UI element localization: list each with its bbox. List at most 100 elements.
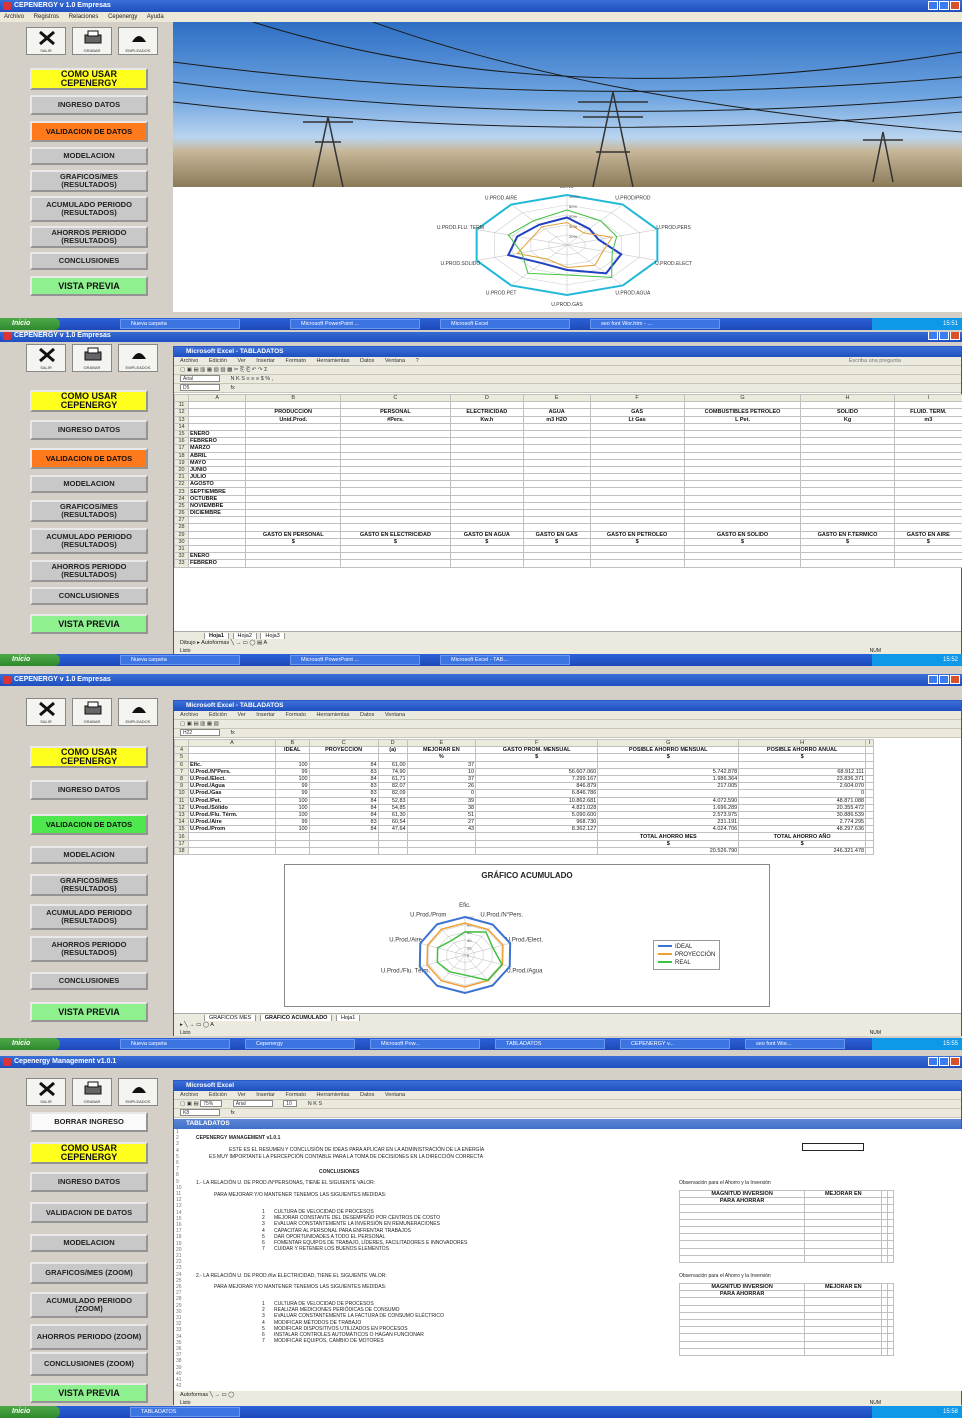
como-usar-button[interactable]: COMO USAR CEPENERGY (30, 390, 148, 412)
empleados-button[interactable]: EMPLEADOS (118, 698, 158, 726)
value-cell[interactable]: 30.886.539 (738, 810, 867, 820)
row-number[interactable]: 23 (174, 487, 189, 496)
cell[interactable] (274, 839, 310, 848)
value-cell[interactable]: 23.836.371 (738, 774, 867, 784)
savings-table[interactable]: A B C D E F G H I 4 IDEAL PROYECCION (a) MEJORAR EN GA… (174, 738, 874, 856)
unit-cell[interactable] (308, 753, 379, 762)
menu-relaciones[interactable]: Relaciones (69, 14, 99, 20)
data-cell[interactable] (800, 458, 895, 467)
data-cell[interactable] (800, 437, 895, 446)
data-cell[interactable] (804, 1326, 883, 1335)
data-cell[interactable] (339, 487, 451, 496)
data-cell[interactable] (683, 458, 802, 467)
data-cell[interactable] (678, 1311, 806, 1320)
data-cell[interactable] (804, 1297, 883, 1306)
data-cell[interactable] (800, 444, 895, 453)
value-cell[interactable]: 61,30 (377, 810, 408, 820)
cell[interactable] (865, 846, 874, 856)
ahorros-periodo-button[interactable]: AHORROS PERIODO (RESULTADOS) (30, 560, 148, 582)
value-cell[interactable]: 52,83 (377, 796, 408, 805)
data-cell[interactable] (893, 480, 962, 489)
metric-label[interactable]: U.Prod./Flu. Térm. (188, 810, 276, 820)
data-cell[interactable] (449, 508, 524, 518)
empleados-button[interactable]: EMPLEADOS (118, 1078, 158, 1106)
cell[interactable] (865, 818, 874, 827)
data-cell[interactable] (804, 1225, 883, 1235)
data-cell[interactable] (893, 444, 962, 453)
cell[interactable] (589, 544, 685, 554)
cell[interactable] (187, 537, 247, 546)
cell[interactable] (887, 1197, 894, 1206)
row-number[interactable]: 10 (174, 789, 189, 798)
row-number[interactable]: 4 (174, 746, 189, 755)
value-cell[interactable]: 0 (406, 789, 477, 798)
task-word[interactable]: seo font Wor... (745, 1039, 845, 1049)
xl-menu-edicion[interactable]: Edición (209, 712, 227, 718)
value-cell[interactable]: 37 (406, 774, 477, 784)
vista-previa-button[interactable]: VISTA PREVIA (30, 1383, 148, 1403)
xl-menu-ver[interactable]: Ver (237, 358, 245, 364)
column-header[interactable]: C (339, 393, 451, 403)
borrar-ingreso-button[interactable]: BORRAR INGRESO (30, 1112, 148, 1132)
data-cell[interactable] (339, 473, 451, 482)
row-number[interactable]: 26 (174, 508, 189, 518)
row-number[interactable]: 14 (174, 422, 189, 431)
data-cell[interactable] (800, 501, 895, 511)
value-cell[interactable]: 83 (308, 818, 379, 827)
cell[interactable] (377, 839, 408, 848)
cell[interactable] (187, 544, 247, 554)
data-cell[interactable] (339, 559, 451, 568)
column-header[interactable]: C (308, 738, 379, 748)
side-header[interactable]: MEJORAR EN (804, 1189, 883, 1199)
column-header[interactable]: F (589, 393, 685, 403)
row-number[interactable]: 16 (174, 832, 189, 841)
column-title[interactable]: PERSONAL (339, 408, 451, 417)
unit-cell[interactable]: $ (738, 753, 867, 762)
xl-menu-ventana[interactable]: Ventana (385, 712, 405, 718)
column-header[interactable]: A (188, 738, 276, 748)
cell[interactable] (274, 846, 310, 856)
cell[interactable] (589, 422, 685, 431)
row-number[interactable]: 17 (174, 444, 189, 453)
cell[interactable] (449, 516, 524, 525)
corner-cell[interactable] (174, 393, 189, 403)
data-cell[interactable] (449, 437, 524, 446)
close-window-button[interactable] (950, 1, 960, 10)
value-cell[interactable] (738, 760, 867, 769)
value-cell[interactable]: 4.821.028 (475, 803, 599, 812)
help-search-input[interactable]: Escriba una pregunta (849, 357, 901, 365)
column-header[interactable]: F (475, 738, 599, 748)
data-cell[interactable] (804, 1333, 883, 1342)
cell[interactable] (865, 746, 874, 755)
data-cell[interactable] (887, 1297, 894, 1306)
data-cell[interactable] (804, 1318, 883, 1328)
column-header[interactable]: E (522, 393, 591, 403)
xl-menu-help[interactable]: ? (416, 358, 419, 364)
start-button[interactable]: Inicio (0, 1038, 60, 1050)
value-cell[interactable]: 0 (738, 789, 867, 798)
graficos-zoom-button[interactable]: GRAFICOS/MES (ZOOM) (30, 1262, 148, 1284)
total-unit[interactable]: $ (738, 839, 867, 848)
month-label[interactable]: NOVIEMBRE (187, 501, 247, 511)
xl-menu-herramientas[interactable]: Herramientas (316, 712, 349, 718)
unit-cell[interactable]: Unid.Prod. (245, 415, 341, 424)
cell[interactable] (800, 422, 895, 431)
row-number[interactable]: 22 (174, 480, 189, 489)
value-cell[interactable]: 846.879 (475, 782, 599, 791)
row-number[interactable]: 12 (174, 408, 189, 417)
value-cell[interactable]: 84 (308, 774, 379, 784)
value-cell[interactable]: 39 (406, 796, 477, 805)
validacion-datos-button[interactable]: VALIDACION DE DATOS (30, 814, 148, 835)
row-number[interactable]: 13 (174, 415, 189, 424)
cell[interactable] (865, 832, 874, 841)
cell[interactable] (187, 523, 247, 532)
data-cell[interactable] (678, 1233, 806, 1242)
data-cell[interactable] (804, 1311, 883, 1320)
value-cell[interactable]: 43 (406, 825, 477, 834)
total-month-value[interactable]: 20.526.790 (597, 846, 740, 856)
cell[interactable] (865, 810, 874, 820)
font-selector[interactable]: Arial (232, 1100, 273, 1108)
cell[interactable] (683, 422, 802, 431)
data-cell[interactable] (804, 1211, 883, 1220)
highlight-box[interactable] (802, 1143, 864, 1151)
